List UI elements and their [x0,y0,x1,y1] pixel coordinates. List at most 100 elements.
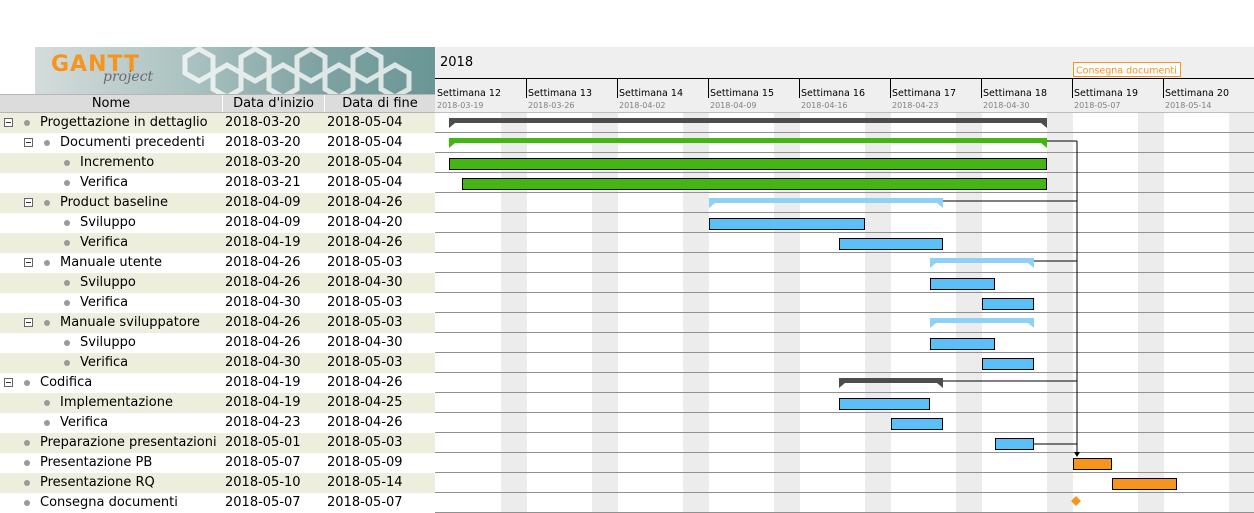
task-name: Product baseline [60,195,168,210]
task-name: Verifica [80,235,129,250]
table-row[interactable]: Verifica 2018-04-30 2018-05-03 [0,293,435,313]
task-bar[interactable] [839,238,943,250]
collapse-toggle-icon[interactable] [24,318,33,327]
summary-bar[interactable] [839,378,943,383]
summary-bar[interactable] [930,258,1034,263]
week-label: Settimana 18 [983,88,1047,99]
table-row[interactable]: Verifica 2018-03-21 2018-05-04 [0,173,435,193]
week-date: 2018-04-30 [983,101,1030,110]
task-bullet-icon [24,480,30,486]
task-end-date: 2018-05-03 [327,315,403,330]
summary-bar-left-cap [930,323,936,328]
table-row[interactable]: Sviluppo 2018-04-26 2018-04-30 [0,333,435,353]
column-header-end[interactable]: Data di fine [325,95,435,112]
table-row[interactable]: Sviluppo 2018-04-26 2018-04-30 [0,273,435,293]
task-bar[interactable] [930,338,995,350]
gantt-chart-panel: 2018 Settimana 12 2018-03-19 Settimana 13 20… [435,0,1254,513]
collapse-toggle-icon[interactable] [24,138,33,147]
task-bar[interactable] [995,438,1034,450]
task-end-date: 2018-04-26 [327,375,403,390]
task-bar[interactable] [982,298,1034,310]
table-row[interactable]: Product baseline 2018-04-09 2018-04-26 [0,193,435,213]
task-bullet-icon [64,160,70,166]
week-date: 2018-04-23 [892,101,939,110]
task-start-date: 2018-03-21 [225,175,301,190]
task-end-date: 2018-05-03 [327,435,403,450]
task-name: Documenti precedenti [60,135,205,150]
table-row[interactable]: Implementazione 2018-04-19 2018-04-25 [0,393,435,413]
task-end-date: 2018-05-07 [327,495,403,510]
task-bullet-icon [44,140,50,146]
table-row[interactable]: Preparazione presentazioni 2018-05-01 2018… [0,433,435,453]
milestone-header-label: Consegna documenti [1076,66,1177,77]
task-bar[interactable] [449,158,1047,170]
task-end-date: 2018-04-30 [327,335,403,350]
task-bar[interactable] [982,358,1034,370]
column-header-start[interactable]: Data d'inizio [223,95,325,112]
task-name: Implementazione [60,395,173,410]
week-date: 2018-03-19 [437,101,484,110]
week-label: Settimana 19 [1074,88,1138,99]
collapse-toggle-icon[interactable] [24,258,33,267]
task-end-date: 2018-05-04 [327,155,403,170]
week-label: Settimana 14 [619,88,683,99]
task-name: Consegna documenti [40,495,178,510]
task-bullet-icon [44,400,50,406]
table-row[interactable]: Manuale utente 2018-04-26 2018-05-03 [0,253,435,273]
table-row[interactable]: Consegna documenti 2018-05-07 2018-05-07 [0,493,435,513]
task-end-date: 2018-04-26 [327,235,403,250]
task-end-date: 2018-05-03 [327,255,403,270]
task-bar[interactable] [462,178,1047,190]
task-bar[interactable] [709,218,865,230]
week-date: 2018-04-16 [801,101,848,110]
task-start-date: 2018-04-30 [225,355,301,370]
summary-bar-right-cap [937,203,943,208]
table-row[interactable]: Documenti precedenti 2018-03-20 2018-05-04 [0,133,435,153]
task-name: Sviluppo [80,335,136,350]
collapse-toggle-icon[interactable] [4,118,13,127]
task-name: Presentazione RQ [40,475,155,490]
table-row[interactable]: Verifica 2018-04-19 2018-04-26 [0,233,435,253]
collapse-toggle-icon[interactable] [24,198,33,207]
summary-bar-right-cap [1028,263,1034,268]
table-row[interactable]: Verifica 2018-04-23 2018-04-26 [0,413,435,433]
task-bullet-icon [64,180,70,186]
collapse-toggle-icon[interactable] [4,378,13,387]
summary-bar-right-cap [937,383,943,388]
task-bullet-icon [64,240,70,246]
task-bullet-icon [24,120,30,126]
dependency-arrow-icon [1074,452,1080,457]
table-row[interactable]: Manuale sviluppatore 2018-04-26 2018-05-03 [0,313,435,333]
task-bar[interactable] [930,278,995,290]
table-row[interactable]: Codifica 2018-04-19 2018-04-26 [0,373,435,393]
task-start-date: 2018-04-09 [225,215,301,230]
column-header-name[interactable]: Nome [0,95,223,112]
table-row[interactable]: Verifica 2018-04-30 2018-05-03 [0,353,435,373]
task-start-date: 2018-05-01 [225,435,301,450]
summary-bar-left-cap [449,123,455,128]
task-bullet-icon [64,340,70,346]
week-label: Settimana 12 [437,88,501,99]
table-row[interactable]: Incremento 2018-03-20 2018-05-04 [0,153,435,173]
summary-bar[interactable] [449,118,1047,123]
task-bar[interactable] [1112,478,1177,490]
task-end-date: 2018-05-03 [327,295,403,310]
summary-bar[interactable] [930,318,1034,323]
task-bullet-icon [24,460,30,466]
task-start-date: 2018-04-23 [225,415,301,430]
summary-bar-left-cap [449,143,455,148]
logo-project-text: project [103,69,154,85]
summary-bar[interactable] [449,138,1047,143]
task-start-date: 2018-04-26 [225,335,301,350]
table-row[interactable]: Presentazione PB 2018-05-07 2018-05-09 [0,453,435,473]
task-bar[interactable] [839,398,930,410]
task-bar[interactable] [1073,458,1112,470]
table-row[interactable]: Sviluppo 2018-04-09 2018-04-20 [0,213,435,233]
task-bar[interactable] [891,418,943,430]
week-label: Settimana 20 [1165,88,1229,99]
summary-bar[interactable] [709,198,943,203]
table-row[interactable]: Presentazione RQ 2018-05-10 2018-05-14 [0,473,435,493]
table-row[interactable]: Progettazione in dettaglio 2018-03-20 2018… [0,113,435,133]
task-start-date: 2018-04-19 [225,375,301,390]
task-name: Manuale sviluppatore [60,315,200,330]
